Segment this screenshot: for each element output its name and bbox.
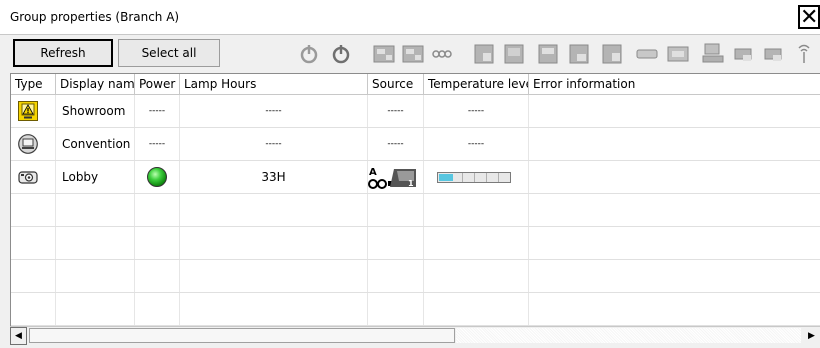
video-input-icon[interactable] bbox=[431, 43, 453, 65]
scroll-right-arrow-icon[interactable]: ▶ bbox=[803, 327, 820, 345]
scroll-left-arrow-icon[interactable]: ◀ bbox=[10, 327, 27, 345]
lamp-hours-value: ----- bbox=[180, 128, 368, 160]
projector-icon bbox=[18, 171, 38, 184]
mp-icon[interactable] bbox=[702, 43, 724, 65]
toolbar: Refresh Select all bbox=[0, 35, 820, 70]
scroll-track[interactable] bbox=[456, 328, 801, 343]
temperature-segment-divider bbox=[498, 173, 499, 182]
lan-input-icon[interactable] bbox=[568, 43, 590, 65]
title-bar: Group properties (Branch A) ✕ bbox=[0, 0, 820, 35]
hdmi-input-icon[interactable] bbox=[537, 43, 559, 65]
col-error-information[interactable]: Error information bbox=[529, 74, 820, 94]
lamp-hours-value: 33H bbox=[180, 161, 368, 193]
error-value bbox=[529, 95, 820, 127]
close-button[interactable]: ✕ bbox=[798, 5, 820, 29]
usb-display-icon[interactable] bbox=[636, 43, 658, 65]
table-row[interactable]: Convention Hall ----- ----- ----- ----- bbox=[11, 128, 820, 161]
monitor-icon bbox=[18, 134, 38, 154]
warning-icon bbox=[18, 101, 38, 121]
window-title: Group properties (Branch A) bbox=[10, 10, 180, 24]
error-value bbox=[529, 161, 820, 193]
table-header: Type Display name Power Lamp Hours Sourc… bbox=[11, 74, 820, 95]
computer2-input-icon[interactable] bbox=[402, 43, 424, 65]
power-value: ----- bbox=[135, 95, 180, 127]
source-value: ----- bbox=[368, 128, 424, 160]
scroll-thumb[interactable] bbox=[29, 328, 455, 343]
temperature-value: ----- bbox=[424, 95, 529, 127]
error-value bbox=[529, 128, 820, 160]
power-value: ----- bbox=[135, 128, 180, 160]
table-row[interactable] bbox=[11, 293, 820, 326]
table-row[interactable]: Lobby 33H A1 bbox=[11, 161, 820, 194]
usb-input-icon[interactable] bbox=[601, 43, 623, 65]
source-value: ----- bbox=[368, 95, 424, 127]
display-name: Lobby bbox=[56, 161, 135, 193]
av-mute-icon[interactable] bbox=[667, 43, 689, 65]
power-on-indicator-icon bbox=[147, 167, 167, 187]
temperature-level-fill bbox=[439, 174, 453, 181]
refresh-button[interactable]: Refresh bbox=[13, 39, 113, 67]
projector-table: Type Display name Power Lamp Hours Sourc… bbox=[10, 73, 820, 326]
horizontal-scrollbar[interactable]: ◀ ▶ bbox=[10, 326, 820, 345]
svideo-input-icon[interactable] bbox=[473, 43, 495, 65]
table-row[interactable]: Showroom ----- ----- ----- ----- bbox=[11, 95, 820, 128]
col-temperature-level[interactable]: Temperature level bbox=[424, 74, 529, 94]
col-type[interactable]: Type bbox=[11, 74, 56, 94]
table-row[interactable] bbox=[11, 194, 820, 227]
group-properties-window: Group properties (Branch A) ✕ Refresh Se… bbox=[0, 0, 820, 348]
svg-text:A: A bbox=[369, 167, 377, 178]
temperature-segment-divider bbox=[474, 173, 475, 182]
power-off-icon[interactable] bbox=[330, 43, 352, 65]
table-row[interactable] bbox=[11, 260, 820, 293]
temperature-level-bar bbox=[437, 172, 511, 183]
col-power[interactable]: Power bbox=[135, 74, 180, 94]
temperature-value: ----- bbox=[424, 128, 529, 160]
col-source[interactable]: Source bbox=[368, 74, 424, 94]
power-on-icon[interactable] bbox=[298, 43, 320, 65]
select-all-button[interactable]: Select all bbox=[118, 39, 220, 67]
input1-icon[interactable] bbox=[763, 43, 785, 65]
computer1-source-icon: A1 bbox=[368, 167, 416, 189]
table-row[interactable] bbox=[11, 227, 820, 260]
input2-icon[interactable] bbox=[793, 43, 815, 65]
col-display-name[interactable]: Display name bbox=[56, 74, 135, 94]
display-name: Showroom bbox=[56, 95, 135, 127]
col-lamp-hours[interactable]: Lamp Hours bbox=[180, 74, 368, 94]
component-input-icon[interactable] bbox=[503, 43, 525, 65]
temperature-segment-divider bbox=[462, 173, 463, 182]
temperature-segment-divider bbox=[486, 173, 487, 182]
lamp-hours-value: ----- bbox=[180, 95, 368, 127]
computer1-input-icon[interactable] bbox=[373, 43, 395, 65]
network-icon[interactable] bbox=[733, 43, 755, 65]
display-name: Convention Hall bbox=[56, 128, 135, 160]
svg-text:1: 1 bbox=[408, 179, 414, 188]
